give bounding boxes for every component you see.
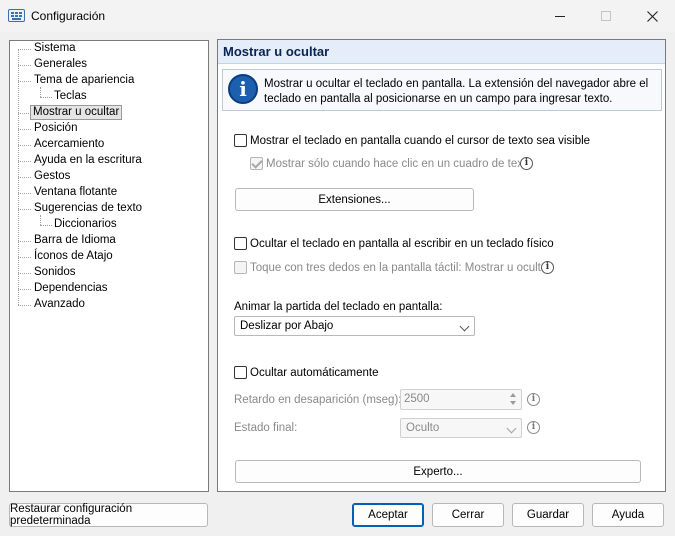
tree-item-sugerencias-texto[interactable]: Sugerencias de texto: [32, 201, 144, 216]
info-circle-icon[interactable]: i: [527, 393, 540, 406]
extensions-button[interactable]: Extensiones...: [235, 188, 474, 211]
info-circle-icon[interactable]: i: [520, 157, 533, 170]
chevron-down-icon: [506, 423, 517, 434]
hide-physical-keyboard-checkbox[interactable]: [234, 237, 247, 250]
minimize-button[interactable]: [537, 0, 583, 32]
show-when-cursor-label[interactable]: Mostrar el teclado en pantalla cuando el…: [250, 134, 590, 148]
animate-select-value: Deslizar por Abajo: [240, 320, 334, 332]
delay-label: Retardo en desaparición (mseg):: [234, 394, 402, 406]
maximize-icon: [601, 11, 611, 21]
info-circle-icon[interactable]: i: [527, 421, 540, 434]
info-text-line2: teclado en pantalla al posicionarse en u…: [264, 93, 613, 105]
tree-item-ayuda-escritura[interactable]: Ayuda en la escritura: [32, 153, 144, 168]
tree-item-dependencias[interactable]: Dependencias: [32, 281, 110, 296]
auto-hide-checkbox[interactable]: [234, 366, 247, 379]
spin-up-icon[interactable]: [510, 393, 516, 397]
tree-item-teclas[interactable]: Teclas: [52, 89, 89, 104]
settings-tree[interactable]: Sistema Generales Tema de apariencia Tec…: [9, 40, 209, 492]
tree-item-diccionarios[interactable]: Diccionarios: [52, 217, 119, 232]
window-title: Configuración: [31, 9, 106, 23]
delay-value: 2500: [404, 393, 430, 405]
animate-select[interactable]: Deslizar por Abajo: [234, 316, 475, 336]
spin-buttons[interactable]: [507, 391, 520, 408]
close-window-button[interactable]: [629, 0, 675, 32]
tree-item-barra-idioma[interactable]: Barra de Idioma: [32, 233, 118, 248]
final-state-label: Estado final:: [234, 422, 298, 434]
info-circle-icon[interactable]: i: [541, 261, 554, 274]
accept-button[interactable]: Aceptar: [352, 503, 424, 527]
maximize-button[interactable]: [583, 0, 629, 32]
info-icon: i: [228, 74, 258, 104]
tree-item-posicion[interactable]: Posición: [32, 121, 79, 136]
panel-header: Mostrar u ocultar: [218, 40, 665, 64]
auto-hide-label[interactable]: Ocultar automáticamente: [250, 366, 378, 380]
save-button[interactable]: Guardar: [512, 503, 584, 527]
tree-item-gestos[interactable]: Gestos: [32, 169, 72, 184]
three-finger-checkbox[interactable]: [234, 261, 247, 274]
info-text-line1: Mostrar u ocultar el teclado en pantalla…: [264, 78, 649, 90]
final-state-select[interactable]: Oculto: [400, 418, 522, 438]
spin-down-icon[interactable]: [510, 401, 516, 405]
final-state-value: Oculto: [406, 422, 440, 434]
expert-button[interactable]: Experto...: [235, 460, 641, 483]
minimize-icon: [555, 15, 565, 17]
tree-item-tema-apariencia[interactable]: Tema de apariencia: [32, 73, 136, 88]
close-icon: [646, 10, 658, 22]
chevron-down-icon: [459, 321, 470, 332]
tree-item-iconos-atajo[interactable]: Íconos de Atajo: [32, 249, 115, 264]
show-when-cursor-checkbox[interactable]: [234, 134, 247, 147]
info-text: Mostrar u ocultar el teclado en pantalla…: [264, 77, 654, 107]
show-only-click-checkbox[interactable]: [250, 157, 263, 170]
tree-item-sistema[interactable]: Sistema: [32, 41, 78, 56]
tree-item-avanzado[interactable]: Avanzado: [32, 297, 87, 312]
show-only-click-label[interactable]: Mostrar sólo cuando hace clic en un cuad…: [266, 157, 533, 171]
three-finger-label[interactable]: Toque con tres dedos en la pantalla táct…: [250, 261, 551, 275]
restore-defaults-button[interactable]: Restaurar configuración predeterminada: [9, 503, 208, 527]
animate-label: Animar la partida del teclado en pantall…: [234, 301, 443, 313]
keyboard-app-icon: [8, 9, 25, 22]
tree-item-mostrar-ocultar[interactable]: Mostrar u ocultar: [30, 105, 123, 120]
tree-item-generales[interactable]: Generales: [32, 57, 89, 72]
tree-item-sonidos[interactable]: Sonidos: [32, 265, 78, 280]
panel-title: Mostrar u ocultar: [223, 44, 330, 59]
tree-item-acercamiento[interactable]: Acercamiento: [32, 137, 106, 152]
close-button[interactable]: Cerrar: [432, 503, 504, 527]
delay-spinbox[interactable]: 2500: [400, 389, 522, 410]
help-button[interactable]: Ayuda: [592, 503, 664, 527]
tree-item-ventana-flotante[interactable]: Ventana flotante: [32, 185, 119, 200]
hide-physical-keyboard-label[interactable]: Ocultar el teclado en pantalla al escrib…: [250, 237, 554, 251]
